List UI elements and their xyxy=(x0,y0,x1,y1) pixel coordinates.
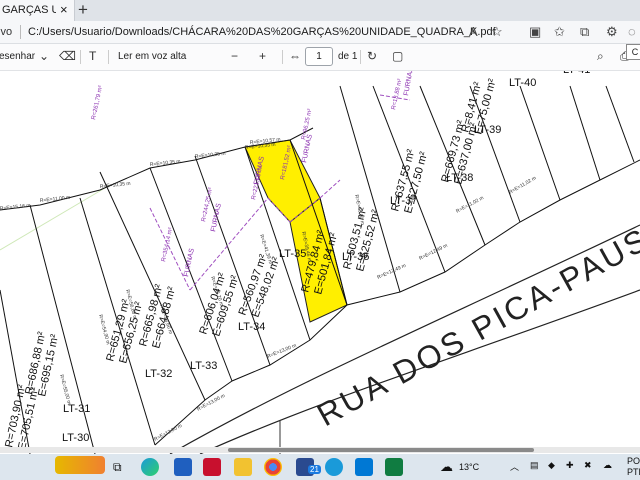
text-icon[interactable]: T xyxy=(89,49,96,63)
divider xyxy=(282,50,283,64)
extensions-icon[interactable]: ⚙ xyxy=(606,24,618,40)
app-tray-icon[interactable]: ✖ xyxy=(584,460,592,471)
browser-tab-bar: GARÇAS UNIDAD × + xyxy=(0,0,640,21)
zoom-in-button[interactable]: + xyxy=(259,49,266,63)
app-icon[interactable] xyxy=(203,458,221,476)
site-info-label[interactable]: ivo xyxy=(0,26,12,38)
widgets-icon[interactable] xyxy=(55,456,105,474)
notification-badge: 21 xyxy=(308,465,321,474)
furnas-label: FURNAS xyxy=(403,71,415,96)
favorite-star-icon[interactable]: ☆ xyxy=(491,24,503,40)
chrome-icon[interactable] xyxy=(264,458,282,476)
tooltip: C xyxy=(626,44,640,60)
weather-icon[interactable]: ☁ xyxy=(440,459,453,475)
lot-number: LT-30 xyxy=(62,432,89,444)
back-measure: R=E=11,00 m xyxy=(40,195,71,204)
fit-page-icon[interactable]: ⇔ xyxy=(289,49,301,63)
back-measure: R=E=10,35 m xyxy=(195,151,226,160)
favorites-icon[interactable]: ✩ xyxy=(554,24,565,40)
frontage-measure: R=E=12,49 m xyxy=(418,243,448,262)
eraser-icon[interactable]: ⌫ xyxy=(59,49,76,63)
app-tray-icon[interactable]: ▤ xyxy=(530,460,539,471)
draw-button[interactable]: esenhar xyxy=(0,51,35,62)
app-tray-icon[interactable]: ◆ xyxy=(548,460,555,471)
scrollbar-thumb[interactable] xyxy=(228,448,534,452)
guide-line xyxy=(0,184,111,251)
tab-pdf[interactable]: GARÇAS UNIDAD × xyxy=(0,0,75,21)
tab-title: GARÇAS UNIDAD xyxy=(2,4,56,16)
app-tray-icon[interactable]: ✚ xyxy=(566,460,574,471)
address-bar: ivo C:/Users/Usuario/Downloads/CHÁCARA%2… xyxy=(0,21,640,44)
pdf-viewer[interactable]: LT-30 R=703,90 m² E=705,51 m² LT-31 R=686,88… xyxy=(0,71,640,454)
split-screen-icon[interactable]: ▣ xyxy=(529,24,541,40)
pdf-toolbar: esenhar ⌄ ⌫ T Ler em voz alta − + ⇔ 1 de… xyxy=(0,44,640,71)
lot-number: LT-35 xyxy=(279,248,306,260)
taskbar: ⧉ 21 ☁ 13°C ︿ ▤ ◆ ✚ ✖ ☁ POR PTE xyxy=(0,454,640,480)
menu-icon[interactable]: ◌ xyxy=(628,24,636,39)
collections-icon[interactable]: ⧉ xyxy=(580,24,589,40)
frontage-measure: R=E=12,49 m xyxy=(376,263,407,281)
language-indicator-secondary[interactable]: PTE xyxy=(627,467,640,477)
divider xyxy=(80,50,81,64)
back-measure: R=E=15,16 m xyxy=(0,203,31,212)
search-icon[interactable]: ⌕ xyxy=(597,49,604,64)
rotate-icon[interactable]: ↻ xyxy=(367,49,377,63)
divider xyxy=(360,50,361,64)
page-number-input[interactable]: 1 xyxy=(305,47,333,66)
lot-number: LT-41 xyxy=(563,71,590,76)
furnas-area: R=261,79 m² xyxy=(91,85,104,120)
weather-temperature[interactable]: 13°C xyxy=(459,462,479,472)
frontage-measure: R=E=12,00 m xyxy=(153,423,183,443)
page-total: de 1 xyxy=(338,51,358,62)
side-measure: R=E=55,00 m xyxy=(58,374,72,405)
chevron-up-icon[interactable]: ︿ xyxy=(510,460,519,473)
cloud-icon[interactable]: ☁ xyxy=(603,460,612,471)
furnas-area: R=354,14 m² xyxy=(161,227,174,262)
divider xyxy=(108,50,109,64)
zoom-out-button[interactable]: − xyxy=(231,49,238,63)
lot-number: LT-34 xyxy=(238,321,265,333)
furnas-label: FURNAS xyxy=(183,247,196,277)
divider xyxy=(20,25,21,39)
new-tab-button[interactable]: + xyxy=(78,0,88,20)
close-icon[interactable]: × xyxy=(60,2,68,17)
mail-icon[interactable] xyxy=(174,458,192,476)
edge-icon[interactable] xyxy=(141,458,159,476)
lot-number: LT-40 xyxy=(509,77,536,89)
language-indicator[interactable]: POR xyxy=(627,456,640,466)
url-field[interactable]: C:/Users/Usuario/Downloads/CHÁCARA%20DAS… xyxy=(28,26,496,38)
excel-icon[interactable] xyxy=(385,458,403,476)
lot-number: LT-32 xyxy=(145,368,172,380)
read-aloud-button[interactable]: Ler em voz alta xyxy=(118,51,186,62)
furnas-area: R=13,88 m² xyxy=(391,78,403,110)
lot-number: LT-33 xyxy=(190,360,217,372)
store-icon[interactable] xyxy=(355,458,373,476)
file-explorer-icon[interactable] xyxy=(234,458,252,476)
frontage-measure: R=E=11,02 m xyxy=(455,195,485,215)
back-measure: R=E=10,35 m xyxy=(150,159,181,168)
draw-dropdown-icon[interactable]: ⌄ xyxy=(39,49,49,63)
lot-labels: LT-30R=703,90 m²E=705,51 m² LT-31R=686,88… xyxy=(3,71,590,451)
task-view-icon[interactable]: ⧉ xyxy=(113,460,122,475)
side-measure: R=E=54,90 m xyxy=(97,314,111,345)
frontage-measure: R=E=11,02 m xyxy=(508,175,537,195)
read-mode-icon[interactable]: A xyxy=(469,24,478,39)
edge-icon[interactable] xyxy=(325,458,343,476)
survey-map: LT-30R=703,90 m²E=705,51 m² LT-31R=686,88… xyxy=(0,71,640,454)
page-view-icon[interactable]: ▢ xyxy=(392,49,403,63)
